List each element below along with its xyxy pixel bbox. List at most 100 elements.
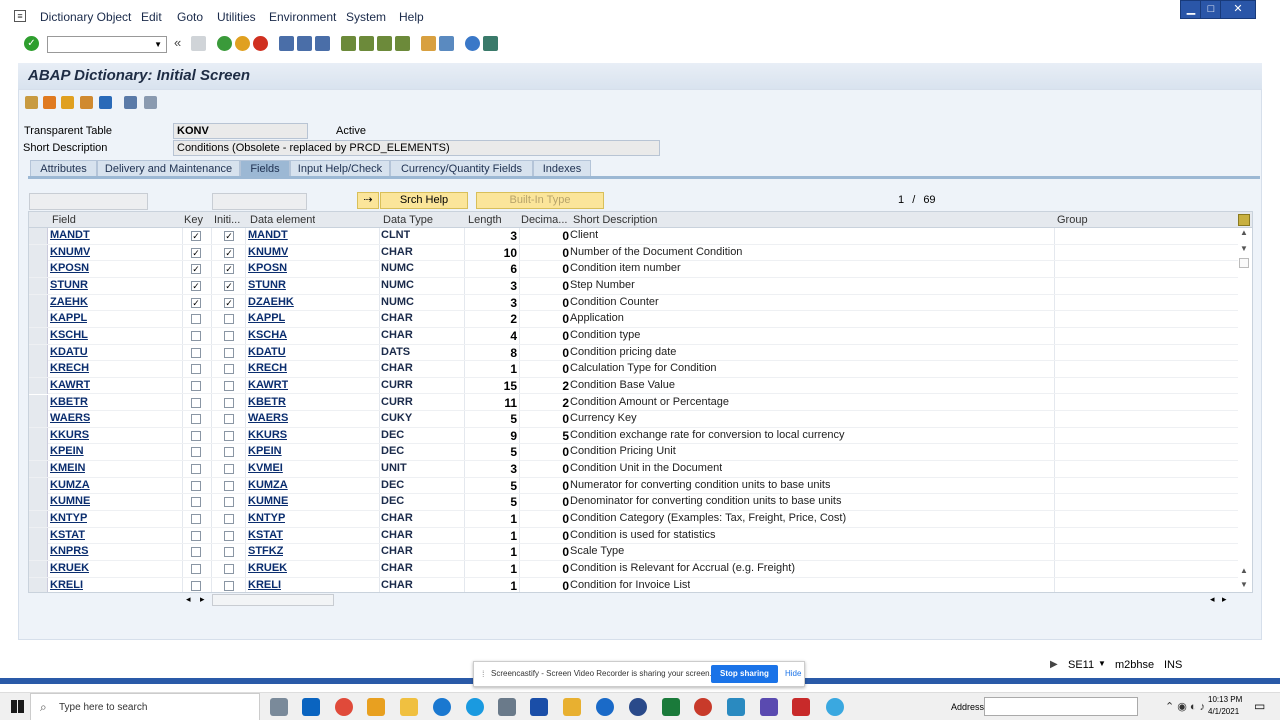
data-element-link[interactable]: KNTYP <box>248 512 285 524</box>
key-checkbox[interactable]: ✓ <box>191 297 201 308</box>
row-selector[interactable] <box>29 577 48 592</box>
field-name[interactable]: ZAEHK <box>50 296 88 308</box>
key-checkbox[interactable] <box>191 514 201 525</box>
key-checkbox[interactable] <box>191 414 201 425</box>
key-checkbox[interactable] <box>191 564 201 574</box>
data-element-link[interactable]: KAWRT <box>248 379 288 391</box>
table-row[interactable]: KPOSN ✓ ✓ KPOSN NUMC 6 0 Condition item number <box>29 261 1239 278</box>
chrome-icon[interactable] <box>335 698 353 716</box>
status-expand-icon[interactable]: ▶ <box>1050 659 1058 670</box>
field-name[interactable]: KAPPL <box>50 312 87 324</box>
initial-checkbox[interactable] <box>224 514 234 525</box>
teams-icon[interactable] <box>760 698 778 716</box>
file-explorer-icon[interactable] <box>400 698 418 716</box>
row-selector[interactable] <box>29 261 48 278</box>
save-icon[interactable] <box>191 36 206 51</box>
field-name[interactable]: STUNR <box>50 279 88 291</box>
row-selector[interactable] <box>29 294 48 311</box>
menu-goto[interactable]: Goto <box>177 10 203 24</box>
layout-menu-icon[interactable] <box>483 36 498 51</box>
table-row[interactable]: KSTAT KSTAT CHAR 1 0 Condition is used for st… <box>29 527 1239 545</box>
table-row[interactable]: KNUMV ✓ ✓ KNUMV CHAR 10 0 Number of the Documen… <box>29 244 1239 262</box>
snipping-icon[interactable] <box>498 698 516 716</box>
data-element-link[interactable]: DZAEHK <box>248 296 294 308</box>
initial-checkbox[interactable] <box>224 547 234 558</box>
cancel-icon[interactable] <box>253 36 268 51</box>
row-selector[interactable] <box>29 411 48 428</box>
col-length[interactable]: Length <box>468 214 502 226</box>
data-element-link[interactable]: WAERS <box>248 412 288 424</box>
chevron-down-icon[interactable]: ▼ <box>154 40 162 49</box>
initial-checkbox[interactable]: ✓ <box>224 280 234 291</box>
scroll-down-icon[interactable]: ▼ <box>1240 580 1248 589</box>
table-row[interactable]: KRELI KRELI CHAR 1 0 Condition for Invoice Li… <box>29 577 1239 592</box>
taskbar-search[interactable]: ⌕ Type here to search <box>30 693 260 720</box>
col-short-description[interactable]: Short Description <box>573 214 657 226</box>
col-decimals[interactable]: Decima... <box>521 214 569 226</box>
outlook-icon[interactable] <box>302 698 320 716</box>
col-field[interactable]: Field <box>52 214 76 226</box>
row-selector[interactable] <box>29 461 48 478</box>
field-name[interactable]: KUMNE <box>50 495 90 507</box>
initial-checkbox[interactable]: ✓ <box>224 297 234 308</box>
field-name[interactable]: KBETR <box>50 396 88 408</box>
folder-icon[interactable] <box>563 698 581 716</box>
data-element-link[interactable]: KNUMV <box>248 246 288 258</box>
initial-checkbox[interactable] <box>224 380 234 391</box>
tab-indexes[interactable]: Indexes <box>533 160 591 177</box>
field-name[interactable]: KUMZA <box>50 479 90 491</box>
tab-fields[interactable]: Fields <box>240 160 290 177</box>
table-row[interactable]: KRUEK KRUEK CHAR 1 0 Condition is Relevant fo… <box>29 561 1239 578</box>
key-checkbox[interactable] <box>191 580 201 591</box>
chevron-down-icon[interactable]: ▼ <box>1098 659 1106 668</box>
system-tray-icons[interactable]: ⌃ ◉ ◐ ♪ <box>1165 700 1205 713</box>
row-selector[interactable] <box>29 244 48 261</box>
srch-help-button[interactable]: Srch Help <box>380 192 468 209</box>
menu-help[interactable]: Help <box>399 10 424 24</box>
command-field[interactable]: ▼ <box>47 36 167 53</box>
initial-checkbox[interactable] <box>224 530 234 541</box>
field-name[interactable]: KPOSN <box>50 262 89 274</box>
status-tcode[interactable]: SE11 <box>1068 659 1094 671</box>
key-checkbox[interactable] <box>191 464 201 475</box>
stop-sharing-button[interactable]: Stop sharing <box>711 665 778 683</box>
skype-icon[interactable] <box>466 698 484 716</box>
table-row[interactable]: KBETR KBETR CURR 11 2 Condition Amount or Per… <box>29 394 1239 412</box>
table-row[interactable]: KNTYP KNTYP CHAR 1 0 Condition Category (Exam… <box>29 511 1239 528</box>
key-checkbox[interactable]: ✓ <box>191 231 201 241</box>
table-row[interactable]: MANDT ✓ ✓ MANDT CLNT 3 0 Client <box>29 228 1239 245</box>
field-name[interactable]: KMEIN <box>50 462 85 474</box>
initial-checkbox[interactable] <box>224 314 234 325</box>
key-checkbox[interactable] <box>191 547 201 558</box>
key-checkbox[interactable] <box>191 480 201 491</box>
data-element-link[interactable]: STUNR <box>248 279 286 291</box>
initial-checkbox[interactable] <box>224 447 234 458</box>
hide-button[interactable]: Hide <box>785 669 801 678</box>
row-selector[interactable] <box>29 527 48 544</box>
print-icon[interactable] <box>279 36 294 51</box>
notification-icon[interactable]: ▭ <box>1254 699 1265 713</box>
first-page-icon[interactable] <box>341 36 356 51</box>
shortcut-icon[interactable] <box>439 36 454 51</box>
next-page-icon[interactable] <box>377 36 392 51</box>
key-checkbox[interactable] <box>191 530 201 541</box>
enter-icon[interactable]: ✓ <box>24 36 39 51</box>
key-checkbox[interactable]: ✓ <box>191 280 201 291</box>
check-icon[interactable] <box>61 96 74 109</box>
key-checkbox[interactable] <box>191 497 201 508</box>
col-initial[interactable]: Initi... <box>214 214 242 226</box>
row-selector[interactable] <box>29 361 48 378</box>
field-name[interactable]: KNPRS <box>50 545 89 557</box>
scroll-thumb[interactable] <box>212 594 334 606</box>
data-element-link[interactable]: KPEIN <box>248 445 282 457</box>
hierarchy-icon[interactable] <box>80 96 93 109</box>
key-checkbox[interactable]: ✓ <box>191 264 201 275</box>
windows-start-icon[interactable] <box>11 700 24 713</box>
data-element-link[interactable]: KRELI <box>248 579 281 591</box>
key-checkbox[interactable] <box>191 447 201 458</box>
field-name[interactable]: KRECH <box>50 362 89 374</box>
maximize-icon[interactable]: □ <box>1200 0 1222 19</box>
field-name[interactable]: KPEIN <box>50 445 84 457</box>
short-description-field[interactable]: Conditions (Obsolete - replaced by PRCD_… <box>173 140 660 156</box>
table-row[interactable]: KAPPL KAPPL CHAR 2 0 Application <box>29 311 1239 328</box>
